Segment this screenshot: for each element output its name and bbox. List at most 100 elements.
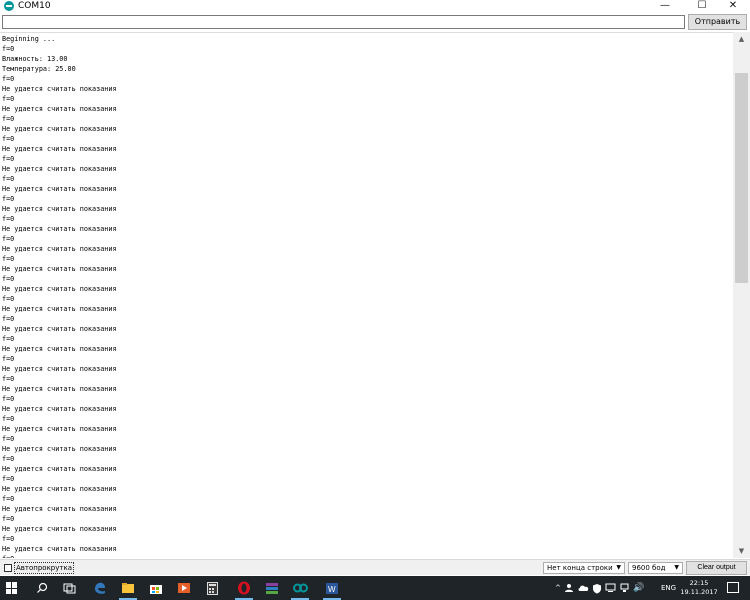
baud-rate-value: 9600 бод <box>632 564 666 572</box>
output-line: Не удается считать показания <box>2 465 117 473</box>
taskbar-opera[interactable] <box>232 576 256 600</box>
output-line: Не удается считать показания <box>2 365 117 373</box>
output-line: Не удается считать показания <box>2 505 117 513</box>
output-line: f=0 <box>2 155 15 163</box>
output-line: Не удается считать показания <box>2 85 117 93</box>
svg-text:W: W <box>328 585 336 594</box>
task-view-button[interactable] <box>58 576 82 600</box>
output-line: Не удается считать показания <box>2 245 117 253</box>
autoscroll-label[interactable]: Автопрокрутка <box>14 562 74 574</box>
baud-rate-select[interactable]: 9600 бод ▼ <box>628 562 683 574</box>
taskbar-media-player[interactable] <box>172 576 196 600</box>
output-line: f=0 <box>2 235 15 243</box>
bottom-bar: Автопрокрутка Нет конца строки ▼ 9600 бо… <box>0 559 750 575</box>
output-line: Не удается считать показания <box>2 545 117 553</box>
taskbar-calculator[interactable] <box>200 576 224 600</box>
output-line: f=0 <box>2 475 15 483</box>
output-line: f=0 <box>2 315 15 323</box>
edge-browser-icon <box>95 582 105 594</box>
close-button[interactable]: ✕ <box>716 0 750 12</box>
volume-icon[interactable]: 🔊 <box>633 576 644 600</box>
taskbar-arduino[interactable] <box>288 576 312 600</box>
output-line: Не удается считать показания <box>2 125 117 133</box>
output-line: f=0 <box>2 535 15 543</box>
output-lines: Beginning ... f=0 Влажность: 13.00 Температ… <box>2 34 117 558</box>
taskbar-word[interactable]: W <box>320 576 344 600</box>
send-input[interactable] <box>2 15 685 29</box>
output-line: f=0 <box>2 135 15 143</box>
output-line: Не удается считать показания <box>2 445 117 453</box>
clear-output-button[interactable]: Clear output <box>686 561 747 575</box>
output-line: Не удается считать показания <box>2 485 117 493</box>
output-line: Не удается считать показания <box>2 385 117 393</box>
send-row: Отправить <box>0 14 750 31</box>
send-button[interactable]: Отправить <box>688 14 747 30</box>
output-line: f=0 <box>2 355 15 363</box>
input-language-indicator[interactable]: ENG <box>661 576 676 600</box>
output-line: f=0 <box>2 435 15 443</box>
calculator-icon <box>206 581 218 595</box>
output-line: f=0 <box>2 215 15 223</box>
window-title: COM10 <box>18 1 51 11</box>
store-bag-icon <box>150 584 162 594</box>
start-button[interactable] <box>0 576 24 600</box>
output-line: f=0 <box>2 175 15 183</box>
output-line: Не удается считать показания <box>2 205 117 213</box>
people-icon <box>565 584 573 592</box>
output-line: f=0 <box>2 375 15 383</box>
output-line: f=0 <box>2 45 15 53</box>
clock-time: 22:15 <box>689 579 709 587</box>
media-player-icon <box>178 583 190 593</box>
arduino-icon <box>292 583 308 593</box>
scroll-down-arrow-icon[interactable]: ▼ <box>733 544 750 558</box>
autoscroll-checkbox[interactable] <box>4 564 12 572</box>
system-clock[interactable]: 22:15 19.11.2017 <box>676 579 722 597</box>
tray-monitor[interactable] <box>603 576 617 600</box>
output-line: f=0 <box>2 115 15 123</box>
output-line: f=0 <box>2 335 15 343</box>
winrar-archive-icon <box>266 582 278 594</box>
output-line: Не удается считать показания <box>2 405 117 413</box>
shield-icon <box>593 583 601 593</box>
folder-icon <box>122 583 134 593</box>
cloud-icon <box>578 585 588 591</box>
output-line: f=0 <box>2 275 15 283</box>
output-line: f=0 <box>2 515 15 523</box>
output-line: Beginning ... <box>2 35 56 43</box>
tray-onedrive[interactable] <box>576 576 590 600</box>
windows-logo-icon <box>6 582 18 594</box>
output-line: f=0 <box>2 195 15 203</box>
notification-center-icon[interactable] <box>727 582 739 593</box>
output-line: f=0 <box>2 415 15 423</box>
vertical-scrollbar[interactable]: ▲ ▼ <box>733 32 750 558</box>
taskbar-store[interactable] <box>144 576 168 600</box>
output-line: Температура: 25.00 <box>2 65 76 73</box>
taskbar-edge[interactable] <box>88 576 112 600</box>
windows-taskbar: W ^ 🔊 ENG 22:15 19.11.2017 <box>0 576 750 600</box>
output-line: Не удается считать показания <box>2 185 117 193</box>
taskbar-file-explorer[interactable] <box>116 576 140 600</box>
serial-output[interactable]: Beginning ... f=0 Влажность: 13.00 Температ… <box>0 32 733 558</box>
word-icon: W <box>326 582 338 594</box>
taskbar-winrar[interactable] <box>260 576 284 600</box>
minimize-button[interactable]: — <box>648 0 682 12</box>
tray-overflow-chevron-icon[interactable]: ^ <box>555 576 561 600</box>
tray-defender[interactable] <box>590 576 604 600</box>
line-ending-select[interactable]: Нет конца строки ▼ <box>543 562 625 574</box>
chevron-down-icon: ▼ <box>674 564 679 571</box>
title-bar: COM10 — ☐ ✕ <box>0 0 750 12</box>
tray-people[interactable] <box>562 576 576 600</box>
maximize-button[interactable]: ☐ <box>685 0 719 12</box>
tray-network[interactable] <box>617 576 631 600</box>
output-line: f=0 <box>2 395 15 403</box>
search-icon <box>37 582 48 593</box>
output-line: Не удается считать показания <box>2 145 117 153</box>
scroll-up-arrow-icon[interactable]: ▲ <box>733 32 750 46</box>
output-line: f=0 <box>2 554 117 558</box>
search-button[interactable] <box>30 576 54 600</box>
arduino-icon <box>4 1 14 11</box>
scroll-thumb[interactable] <box>735 73 748 283</box>
output-line: Не удается считать показания <box>2 425 117 433</box>
monitor-icon <box>605 583 615 592</box>
opera-browser-icon <box>238 581 250 595</box>
